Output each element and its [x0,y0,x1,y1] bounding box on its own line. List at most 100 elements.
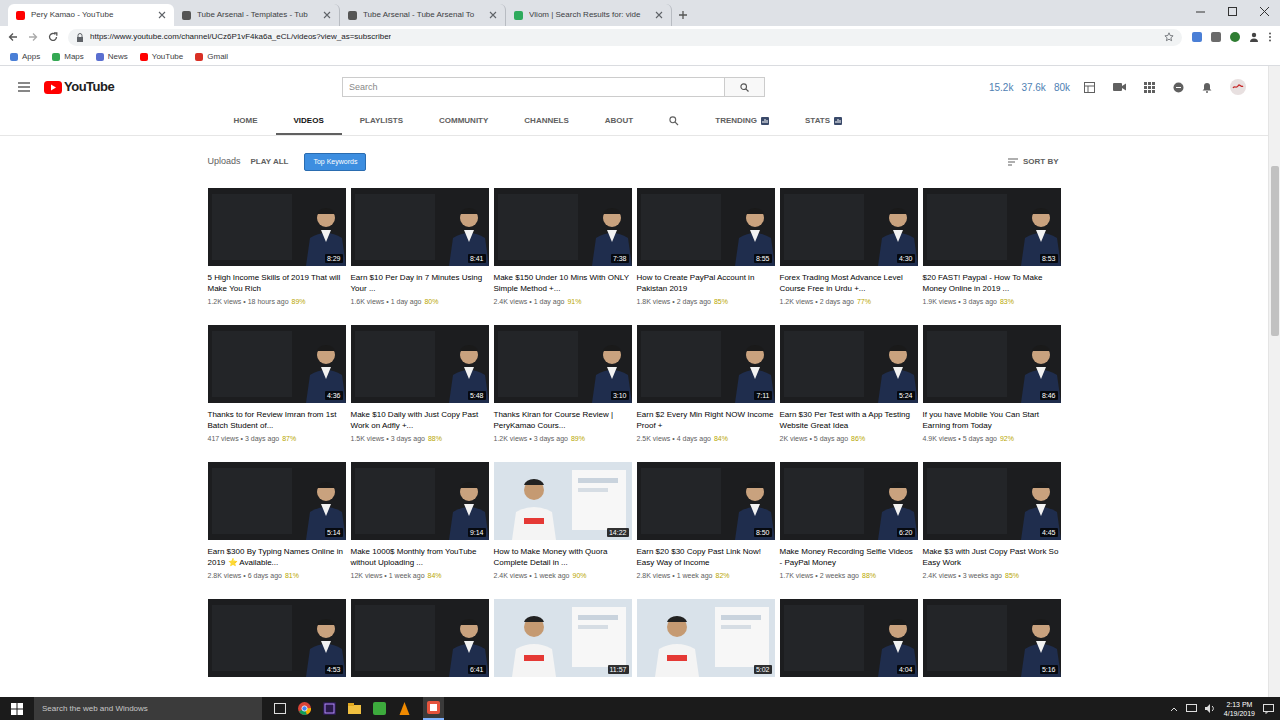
channel-tab[interactable]: CHANNELS [506,108,586,135]
video-card[interactable]: 4:30 Forex Trading Most Advance Level Cou… [780,188,918,306]
explorer-icon[interactable] [348,702,361,715]
video-thumbnail[interactable]: 4:04 [780,599,918,677]
video-title[interactable]: Make $3 with Just Copy Past Work So Easy… [923,546,1061,568]
network-icon[interactable] [1186,704,1197,713]
search-button[interactable] [725,77,765,97]
address-bar[interactable]: https://www.youtube.com/channel/UCz6P1vF… [68,29,1182,46]
avatar-icon[interactable] [1230,79,1246,95]
video-card[interactable]: 5:24Earn $30 Per Test with a App Testing… [780,325,918,443]
video-thumbnail[interactable]: 7:11 [637,325,775,403]
video-card[interactable]: 9:14Make 1000$ Monthly from YouTube with… [351,462,489,580]
dashboard-icon[interactable] [1084,82,1095,93]
video-thumbnail[interactable]: 8:50 [637,462,775,540]
video-thumbnail[interactable]: 4:36 [208,325,346,403]
video-thumbnail[interactable]: 4:30 [780,188,918,266]
youtube-logo[interactable]: YouTube [44,77,114,97]
search-input[interactable] [342,77,725,97]
video-title[interactable]: Earn $20 $30 Copy Past Link Now! Easy Wa… [637,546,775,568]
bell-icon[interactable] [1202,82,1212,93]
video-card[interactable]: 5:48Make $10 Daily with Just Copy Past W… [351,325,489,443]
video-title[interactable]: Forex Trading Most Advance Level Course … [780,272,918,294]
video-title[interactable]: Earn $2 Every Min Right NOW Income Proof… [637,409,775,431]
bookmark[interactable]: Gmail [195,51,228,63]
task-view-icon[interactable] [274,703,286,714]
tray-arrow-icon[interactable] [1170,706,1178,712]
video-card[interactable]: 4:53 [208,599,346,677]
video-card[interactable]: 6:41 [351,599,489,677]
bookmark[interactable]: YouTube [140,51,183,63]
video-card[interactable]: 4:45 Make $3 with Just Copy Past Work So … [923,462,1061,580]
channel-tab[interactable]: COMMUNITY [421,108,506,135]
back-icon[interactable] [8,32,18,42]
bookmark[interactable]: News [96,51,128,63]
video-title[interactable]: Earn $300 By Typing Names Online in 2019… [208,546,346,568]
video-card[interactable]: 4:04 [780,599,918,677]
maximize-button[interactable] [1216,0,1248,22]
browser-tab[interactable]: Pery Kamao - YouTube [8,4,174,26]
video-card[interactable]: 4:36 Thanks to for Review Imran from 1st … [208,325,346,443]
start-button[interactable] [0,697,34,720]
video-thumbnail[interactable]: 7:38 [494,188,632,266]
video-card[interactable]: 8:55How to Create PayPal Account in Paki… [637,188,775,306]
video-card[interactable]: 3:10Thanks Kiran for Course Review | Per… [494,325,632,443]
video-thumbnail[interactable]: 5:48 [351,325,489,403]
video-title[interactable]: If you have Mobile You Can Start Earning… [923,409,1061,431]
video-card[interactable]: 14:22How to Make Money with Quora Comple… [494,462,632,580]
forward-icon[interactable] [28,32,38,42]
volume-icon[interactable] [1205,704,1216,713]
video-card[interactable]: 8:50 Earn $20 $30 Copy Past Link Now! Eas… [637,462,775,580]
video-card[interactable]: 7:11 Earn $2 Every Min Right NOW Income P… [637,325,775,443]
video-card[interactable]: 8:295 High Income Skills of 2019 That wi… [208,188,346,306]
video-thumbnail[interactable]: 8:46 [923,325,1061,403]
browser-tab[interactable]: Tube Arsenal - Tube Arsenal To [340,4,506,26]
video-thumbnail[interactable]: 3:10 [494,325,632,403]
channel-tab[interactable]: ABOUT [587,108,651,135]
video-card[interactable]: 8:41Earn $10 Per Day in 7 Minutes Using … [351,188,489,306]
channel-tab[interactable]: HOME [216,108,276,135]
video-title[interactable]: Earn $10 Per Day in 7 Minutes Using Your… [351,272,489,294]
video-card[interactable]: 5:02 [637,599,775,677]
video-thumbnail[interactable]: 5:02 [637,599,775,677]
video-thumbnail[interactable]: 4:53 [208,599,346,677]
video-card[interactable]: 5:16 [923,599,1061,677]
video-title[interactable]: Make $150 Under 10 Mins With ONLY Simple… [494,272,632,294]
video-title[interactable]: Thanks to for Review Imran from 1st Batc… [208,409,346,431]
recorder-app[interactable] [423,697,444,720]
sort-button[interactable]: SORT BY [1008,156,1059,168]
video-title[interactable]: How to Create PayPal Account in Pakistan… [637,272,775,294]
video-thumbnail[interactable]: 6:41 [351,599,489,677]
video-title[interactable]: Make Money Recording Selfie Videos - Pay… [780,546,918,568]
video-card[interactable]: 7:38 Make $150 Under 10 Mins With ONLY Si… [494,188,632,306]
browser-tab[interactable]: Tube Arsenal - Templates - Tub [174,4,340,26]
bookmark[interactable]: Maps [52,51,84,63]
video-thumbnail[interactable]: 5:24 [780,325,918,403]
video-title[interactable]: 5 High Income Skills of 2019 That will M… [208,272,346,294]
video-thumbnail[interactable]: 4:45 [923,462,1061,540]
menu-icon[interactable] [1268,32,1272,42]
channel-search-button[interactable] [651,108,697,135]
scrollbar[interactable] [1268,66,1280,697]
video-thumbnail[interactable]: 9:14 [351,462,489,540]
chrome-icon[interactable] [298,702,311,715]
top-keywords-button[interactable]: Top Keywords [304,153,366,172]
video-card[interactable]: 11:57 [494,599,632,677]
premiere-icon[interactable] [323,702,336,715]
extension-icon[interactable] [1230,32,1240,42]
channel-tab[interactable]: STATS [787,108,860,135]
hamburger-icon[interactable] [18,82,30,92]
stat-value[interactable]: 37.6k [1021,80,1045,95]
extension-icon[interactable] [1211,32,1221,42]
browser-tab[interactable]: Vliom | Search Results for: vide [506,4,672,26]
channel-tab[interactable]: VIDEOS [276,108,342,135]
channel-tab[interactable]: PLAYLISTS [342,108,421,135]
new-tab-button[interactable] [672,4,694,26]
apps-icon[interactable] [1144,82,1155,93]
messages-icon[interactable] [1173,82,1184,93]
camtasia-icon[interactable] [373,702,386,715]
video-card[interactable]: 6:20Make Money Recording Selfie Videos -… [780,462,918,580]
video-thumbnail[interactable]: 5:14 [208,462,346,540]
stat-value[interactable]: 15.2k [989,80,1013,95]
video-card[interactable]: 5:14 Earn $300 By Typing Names Online in … [208,462,346,580]
notifications-icon[interactable] [1263,704,1274,714]
scrollbar-thumb[interactable] [1271,166,1279,336]
